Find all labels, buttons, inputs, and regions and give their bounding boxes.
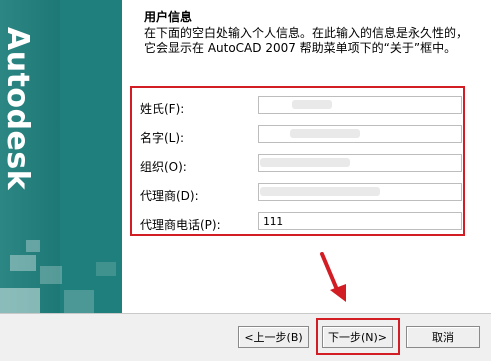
field-label: 姓氏(F): (140, 102, 185, 116)
redacted-text (292, 100, 332, 109)
user-info-form: 姓氏(F): 名字(L): 组织(O): 代理商(D): 代理商电话(P): 1… (130, 86, 465, 236)
redacted-text (260, 187, 380, 196)
last-name-input[interactable] (258, 96, 462, 114)
section-description: 在下面的空白处输入个人信息。在此输入的信息是永久性的，它会显示在 AutoCAD… (144, 26, 469, 55)
cancel-button[interactable]: 取消 (406, 326, 480, 348)
redacted-text (290, 129, 360, 138)
dealer-phone-input[interactable]: 111 (258, 212, 462, 230)
field-label: 代理商电话(P): (140, 218, 221, 232)
autodesk-banner: Autodesk (0, 0, 122, 313)
redacted-text (260, 158, 350, 167)
first-name-input[interactable] (258, 125, 462, 143)
decor-square (10, 255, 36, 271)
red-arrow-annotation (320, 252, 346, 302)
field-label: 名字(L): (140, 131, 185, 145)
decor-square (40, 266, 62, 284)
brand-name: Autodesk (0, 27, 35, 191)
next-button[interactable]: 下一步(N)> (322, 326, 393, 348)
decor-square (0, 288, 40, 313)
decor-square (64, 290, 94, 313)
back-button[interactable]: <上一步(B) (238, 326, 309, 348)
decor-square (26, 240, 40, 252)
field-label: 代理商(D): (140, 189, 199, 203)
section-title: 用户信息 (144, 10, 193, 24)
decor-square (96, 262, 116, 276)
field-label: 组织(O): (140, 160, 187, 174)
